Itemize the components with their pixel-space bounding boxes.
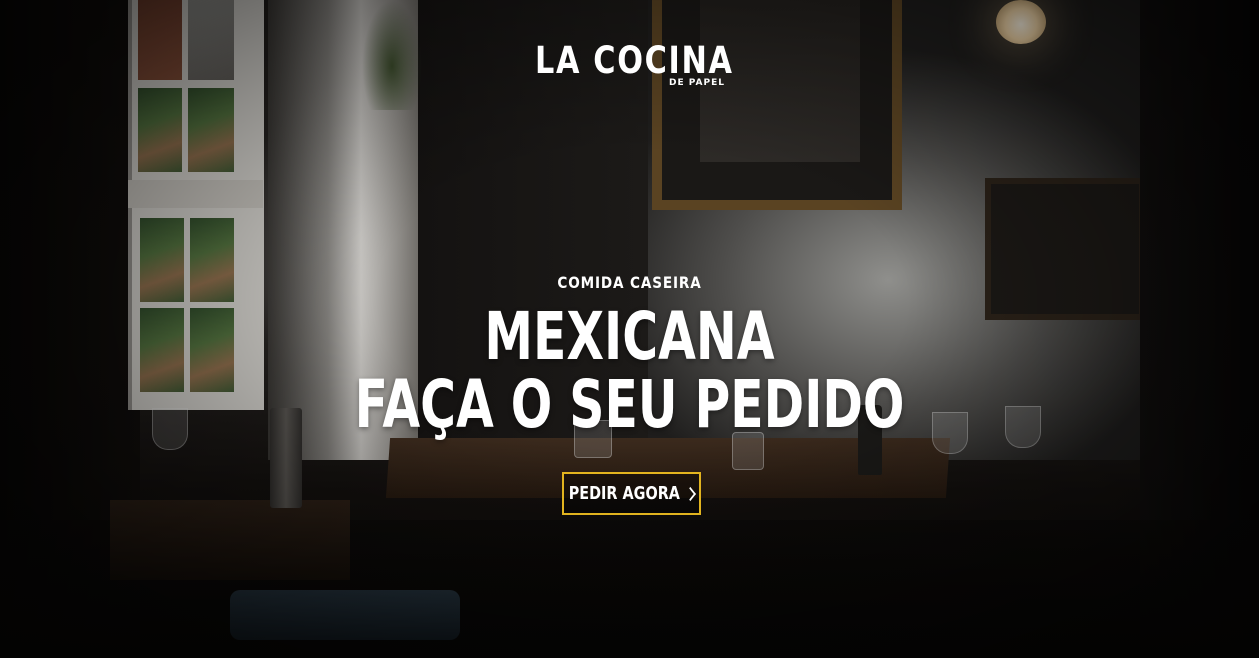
- brand-subtitle: DE PAPEL: [669, 78, 725, 88]
- brand-name: LA COCINA: [535, 39, 734, 82]
- hero-headline-line-1: MEXICANA: [484, 298, 775, 375]
- order-now-button-content: PEDIR AGORA: [568, 483, 696, 504]
- order-now-button[interactable]: PEDIR AGORA: [562, 472, 701, 515]
- chevron-right-icon: [684, 486, 696, 502]
- hero-headline-line-2: FAÇA O SEU PEDIDO: [354, 366, 905, 443]
- hero-section: LA COCINA DE PAPEL COMIDA CASEIRA MEXICA…: [0, 0, 1259, 658]
- brand-logo[interactable]: LA COCINA DE PAPEL: [535, 39, 735, 89]
- hero-eyebrow: COMIDA CASEIRA: [557, 273, 702, 292]
- order-now-button-label: PEDIR AGORA: [568, 483, 680, 504]
